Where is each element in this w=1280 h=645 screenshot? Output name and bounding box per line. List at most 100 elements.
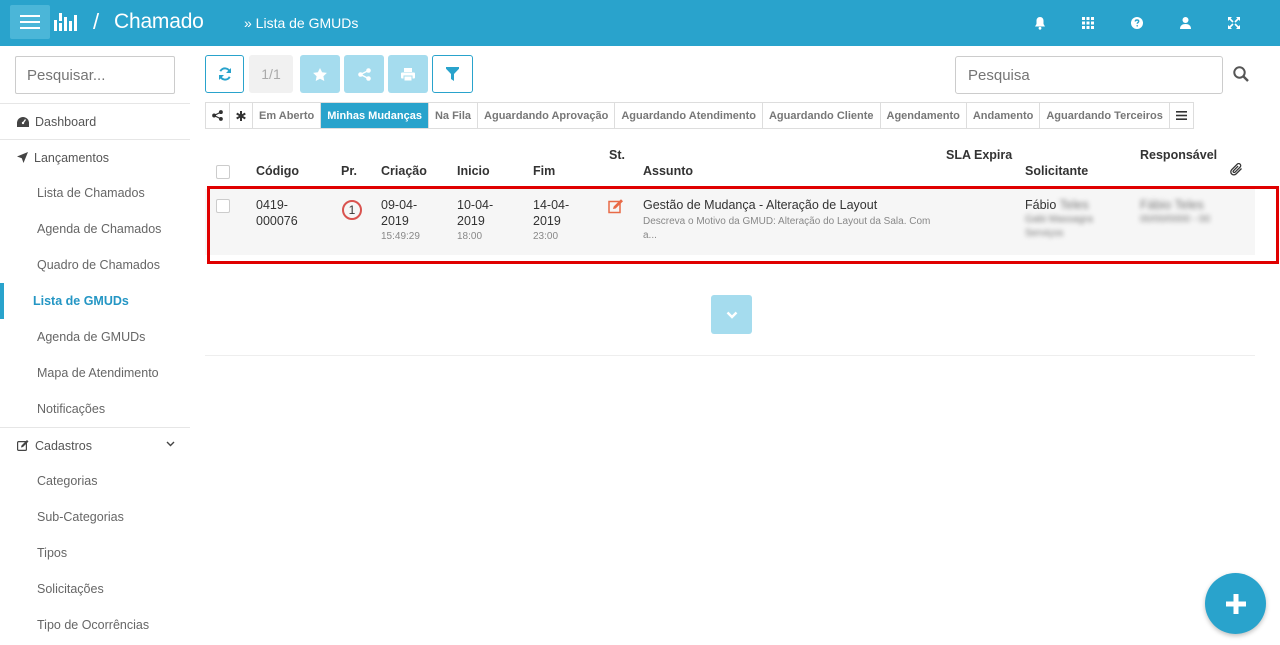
tab-agendamento[interactable]: Agendamento [881, 103, 967, 128]
logo-icon[interactable] [54, 13, 82, 31]
chevron-down-icon[interactable] [166, 441, 175, 447]
add-button[interactable] [1205, 573, 1266, 634]
column-header-inicio[interactable]: Inicio [457, 164, 490, 178]
sidebar-menu: Dashboard Lançamentos Lista de Chamados … [0, 103, 190, 643]
sidebar-item-label: Agenda de Chamados [37, 222, 162, 236]
print-icon [401, 67, 415, 81]
search-icon[interactable] [1233, 66, 1249, 82]
sidebar-item-quadro-de-chamados[interactable]: Quadro de Chamados [0, 247, 190, 283]
apps-button[interactable] [1064, 0, 1113, 46]
location-arrow-icon [17, 152, 28, 163]
paperclip-icon [1230, 163, 1242, 176]
column-header-fim[interactable]: Fim [533, 164, 555, 178]
tab-andamento[interactable]: Andamento [967, 103, 1041, 128]
user-icon [1179, 17, 1191, 29]
tab-more[interactable] [1170, 103, 1193, 128]
help-button[interactable] [1113, 0, 1162, 46]
column-header-assunto[interactable]: Assunto [643, 164, 693, 178]
share-icon [357, 67, 371, 81]
search-input[interactable] [955, 56, 1223, 94]
sidebar-item-label: Tipos [37, 546, 68, 560]
sidebar-item-notificacoes[interactable]: Notificações [0, 391, 190, 427]
fullscreen-button[interactable] [1210, 0, 1259, 46]
sidebar-item-tipos[interactable]: Tipos [0, 535, 190, 571]
sidebar: Dashboard Lançamentos Lista de Chamados … [0, 46, 190, 645]
sidebar-item-tipo-de-ocorrencias[interactable]: Tipo de Ocorrências [0, 607, 190, 643]
tab-aguardando-terceiros[interactable]: Aguardando Terceiros [1040, 103, 1170, 128]
grid-icon [1082, 17, 1095, 29]
favorite-button[interactable] [300, 55, 340, 93]
sidebar-item-label: Quadro de Chamados [37, 258, 160, 272]
filter-icon [446, 67, 459, 81]
list-divider [205, 355, 1255, 356]
tab-na-fila[interactable]: Na Fila [429, 103, 479, 128]
hamburger-menu-button[interactable] [10, 5, 50, 39]
column-header-sla-expira[interactable]: SLA Expira [946, 148, 1012, 162]
plus-icon [1225, 593, 1246, 614]
column-header-codigo[interactable]: Código [256, 164, 299, 178]
sidebar-item-label: Lista de Chamados [37, 186, 145, 200]
user-button[interactable] [1161, 0, 1210, 46]
print-button[interactable] [388, 55, 428, 93]
sidebar-item-label: Cadastros [35, 438, 92, 453]
sidebar-item-label: Agenda de GMUDs [37, 330, 146, 344]
column-header-status[interactable]: St. [609, 148, 625, 162]
question-circle-icon [1130, 17, 1143, 29]
title-separator: / [93, 9, 100, 34]
sidebar-item-solicitacoes[interactable]: Solicitações [0, 571, 190, 607]
tab-share[interactable] [206, 103, 230, 128]
sidebar-item-label: Solicitações [37, 582, 104, 596]
share-icon [212, 110, 223, 121]
tab-aguardando-cliente[interactable]: Aguardando Cliente [763, 103, 881, 128]
tab-aguardando-aprovacao[interactable]: Aguardando Aprovação [478, 103, 616, 128]
tab-em-aberto[interactable]: Em Aberto [253, 103, 322, 128]
sidebar-item-label: Categorias [37, 474, 98, 488]
sidebar-item-cadastros[interactable]: Cadastros [0, 427, 190, 463]
share-button[interactable] [344, 55, 384, 93]
breadcrumb: » Lista de GMUDs [244, 15, 359, 31]
tab-minhas-mudancas[interactable]: Minhas Mudanças [321, 103, 429, 128]
dashboard-icon [17, 116, 29, 127]
row-highlight-frame [207, 186, 1279, 264]
page-indicator: 1/1 [249, 55, 293, 93]
sidebar-item-label: Dashboard [35, 114, 97, 129]
sidebar-item-agenda-de-gmuds[interactable]: Agenda de GMUDs [0, 319, 190, 355]
sidebar-item-label: Mapa de Atendimento [37, 366, 159, 380]
sidebar-item-lista-de-gmuds[interactable]: Lista de GMUDs [0, 283, 190, 319]
column-header-responsavel[interactable]: Responsável [1140, 148, 1217, 162]
sidebar-item-lista-de-chamados[interactable]: Lista de Chamados [0, 175, 190, 211]
sidebar-item-label: Sub-Categorias [37, 510, 124, 524]
sidebar-item-mapa-de-atendimento[interactable]: Mapa de Atendimento [0, 355, 190, 391]
sidebar-item-label: Lista de GMUDs [33, 294, 129, 308]
table-header: Código Pr. Criação Inicio Fim St. Assunt… [205, 140, 1253, 184]
notifications-button[interactable] [1016, 0, 1065, 46]
menu-icon [20, 15, 40, 29]
bell-icon [1034, 16, 1045, 30]
column-header-solicitante[interactable]: Solicitante [1025, 164, 1088, 178]
column-header-prioridade[interactable]: Pr. [341, 164, 357, 178]
sidebar-item-label: Notificações [37, 402, 106, 416]
star-icon [313, 67, 327, 81]
asterisk-icon [236, 110, 246, 121]
column-header-criacao[interactable]: Criação [381, 164, 427, 178]
top-bar: / Chamado » Lista de GMUDs [0, 0, 1280, 46]
load-more-button[interactable] [711, 295, 752, 334]
sidebar-item-dashboard[interactable]: Dashboard [0, 103, 190, 139]
tab-aguardando-atendimento[interactable]: Aguardando Atendimento [615, 103, 763, 128]
chevron-down-icon [726, 311, 737, 319]
status-tabs: Em Aberto Minhas Mudanças Na Fila Aguard… [205, 102, 1194, 129]
refresh-icon [218, 67, 231, 81]
refresh-button[interactable] [205, 55, 244, 93]
sidebar-item-lancamentos[interactable]: Lançamentos [0, 139, 190, 175]
filter-button[interactable] [432, 55, 473, 93]
expand-icon [1227, 17, 1240, 29]
sidebar-item-sub-categorias[interactable]: Sub-Categorias [0, 499, 190, 535]
header-actions [1016, 0, 1259, 46]
tab-all[interactable] [230, 103, 253, 128]
sidebar-item-label: Lançamentos [34, 150, 110, 165]
select-all-checkbox[interactable] [216, 165, 230, 179]
sidebar-item-categorias[interactable]: Categorias [0, 463, 190, 499]
sidebar-item-agenda-de-chamados[interactable]: Agenda de Chamados [0, 211, 190, 247]
sidebar-search-input[interactable] [15, 56, 175, 94]
app-title[interactable]: Chamado [114, 10, 204, 34]
